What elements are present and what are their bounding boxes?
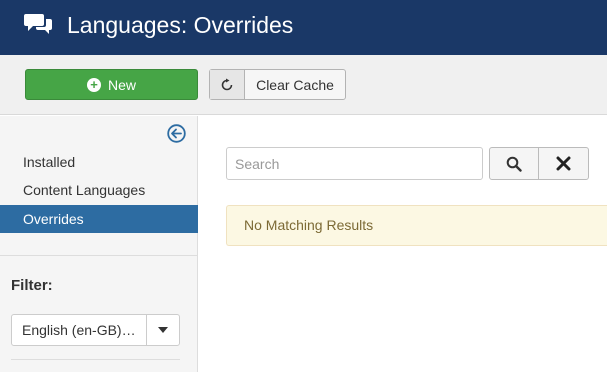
clear-cache-button[interactable]: Clear Cache xyxy=(209,69,346,100)
sidebar: Installed Content Languages Overrides Fi… xyxy=(0,116,198,372)
plus-circle-icon: + xyxy=(86,77,101,92)
search-input[interactable] xyxy=(226,147,483,180)
sidebar-item-content-languages[interactable]: Content Languages xyxy=(0,176,198,204)
clear-cache-label: Clear Cache xyxy=(256,76,334,93)
refresh-icon xyxy=(210,70,245,99)
toolbar: + New Clear Cache xyxy=(0,55,607,115)
sidebar-divider-bottom xyxy=(11,359,180,360)
page-header: Languages: Overrides xyxy=(0,0,607,55)
search-icon xyxy=(506,156,522,172)
language-select[interactable]: English (en-GB)… xyxy=(11,314,180,346)
clear-search-button[interactable] xyxy=(538,147,589,180)
sidebar-divider xyxy=(0,255,198,256)
page-title: Languages: Overrides xyxy=(67,12,294,38)
comments-icon xyxy=(24,14,52,34)
no-results-alert: No Matching Results xyxy=(226,205,607,246)
close-icon xyxy=(556,156,571,171)
new-button[interactable]: + New xyxy=(25,69,198,100)
sidebar-item-installed[interactable]: Installed xyxy=(0,148,198,176)
collapse-sidebar-icon[interactable] xyxy=(167,124,186,143)
language-select-value: English (en-GB)… xyxy=(22,322,136,338)
caret-down-icon xyxy=(146,315,179,345)
filter-label: Filter: xyxy=(11,277,53,294)
new-button-label: New xyxy=(107,76,136,93)
search-button[interactable] xyxy=(489,147,539,180)
sidebar-item-overrides[interactable]: Overrides xyxy=(0,205,198,233)
